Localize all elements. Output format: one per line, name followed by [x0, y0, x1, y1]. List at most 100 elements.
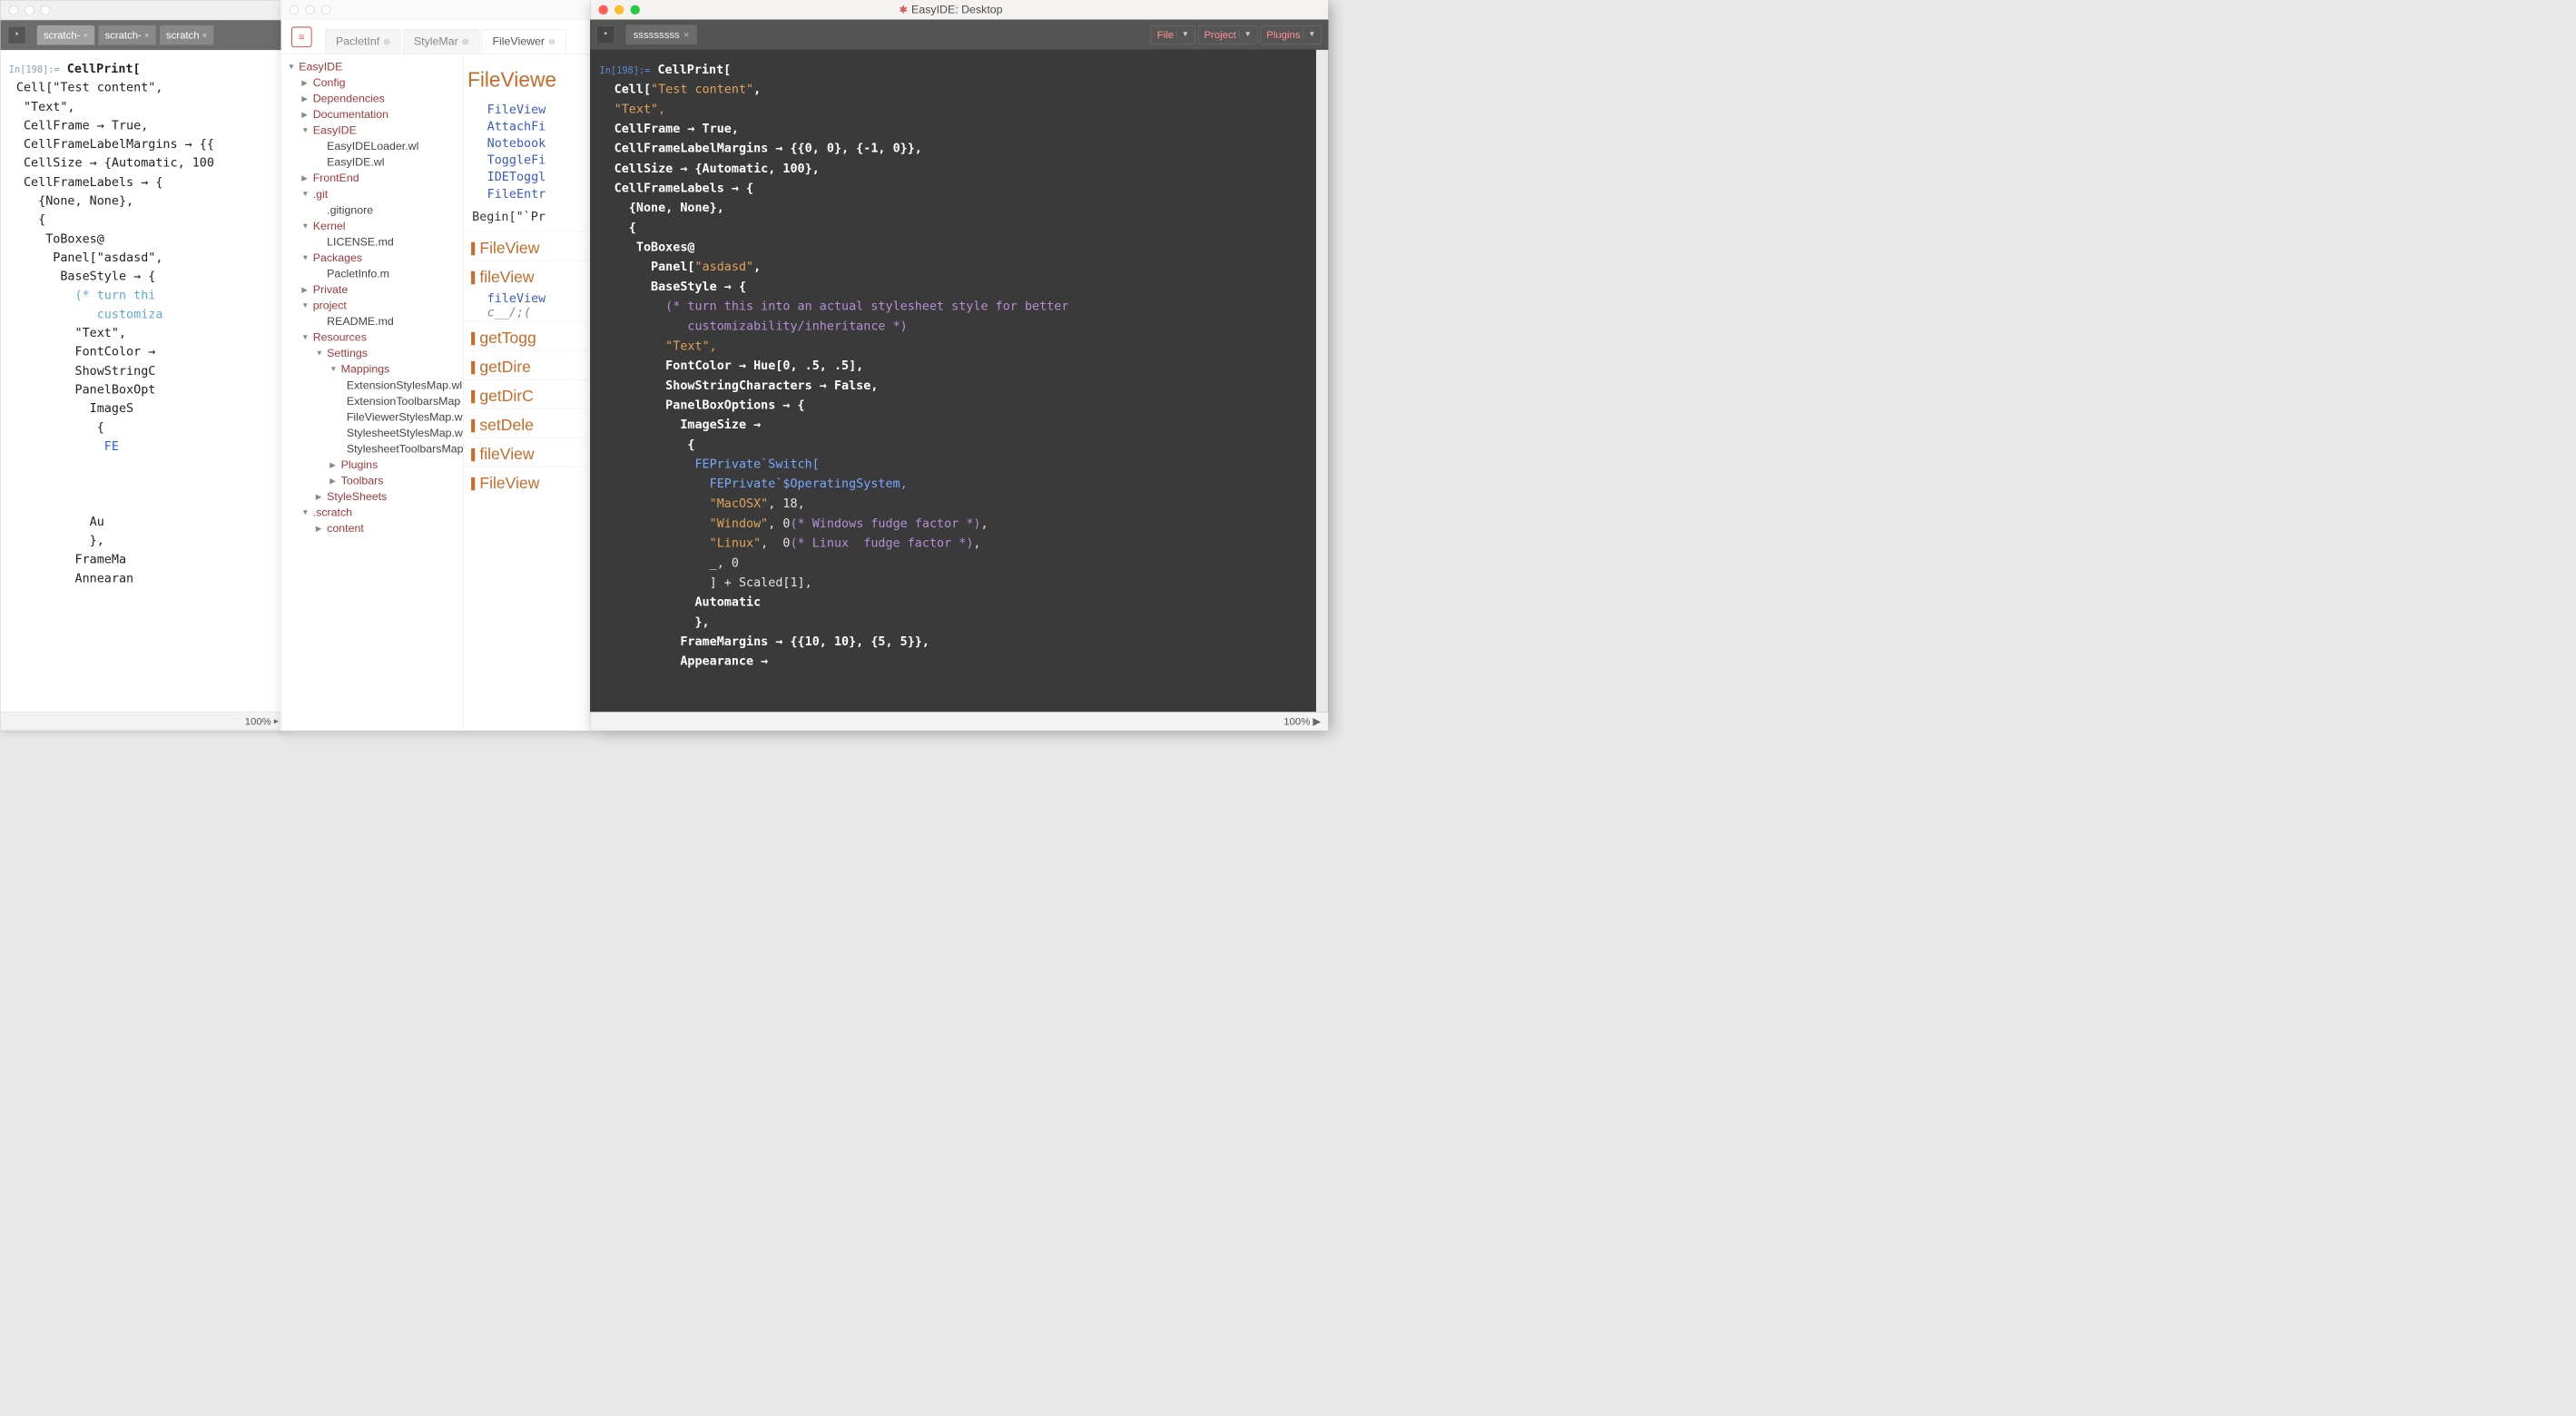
doc-link[interactable]: FileView: [464, 101, 585, 118]
doc-link[interactable]: IDEToggl: [464, 169, 585, 186]
close-icon[interactable]: [598, 5, 607, 14]
tree-folder[interactable]: ▶Dependencies: [281, 91, 464, 107]
tab-stylemar[interactable]: StyleMar⊗: [403, 29, 480, 54]
chevron-right-icon[interactable]: ▶: [274, 717, 279, 724]
tree-file[interactable]: StylesheetToolbarsMap: [281, 441, 464, 457]
chevron-down-icon[interactable]: ▼: [316, 349, 324, 358]
hamburger-menu-button[interactable]: ≡: [291, 26, 312, 47]
close-tab-icon[interactable]: ⊗: [462, 37, 469, 47]
chevron-down-icon[interactable]: ▼: [301, 190, 310, 198]
doc-section-header[interactable]: setDele: [464, 408, 585, 438]
minimize-icon[interactable]: [305, 5, 314, 15]
tree-folder[interactable]: ▶FrontEnd: [281, 171, 464, 187]
tab-pacletinfo[interactable]: PacletInf⊗: [325, 29, 401, 54]
chevron-down-icon[interactable]: ▼: [329, 365, 338, 373]
doc-link[interactable]: Notebook: [464, 135, 585, 152]
doc-section-header[interactable]: FileView: [464, 467, 585, 496]
minimize-icon[interactable]: [25, 5, 34, 15]
doc-link[interactable]: ToggleFi: [464, 152, 585, 169]
chevron-right-icon[interactable]: ▶: [316, 492, 324, 501]
tree-root[interactable]: ▼EasyIDE: [281, 59, 464, 75]
tree-file[interactable]: README.md: [281, 314, 464, 330]
code-editor-dark[interactable]: In[198]:= CellPrint[ Cell["Test content"…: [590, 50, 1328, 713]
close-tab-icon[interactable]: ⊗: [548, 37, 556, 47]
tab-scratch-2[interactable]: scratch-×: [98, 25, 155, 45]
zoom-level[interactable]: 100%: [245, 715, 271, 727]
chevron-down-icon[interactable]: ▼: [301, 333, 310, 341]
tab-fileviewer[interactable]: FileViewer⊗: [482, 29, 566, 54]
tree-folder[interactable]: ▼project: [281, 298, 464, 314]
menu-file[interactable]: File▼: [1151, 25, 1195, 44]
doc-section-header[interactable]: getDirC: [464, 379, 585, 408]
close-tab-icon[interactable]: ×: [202, 30, 207, 40]
tree-folder[interactable]: ▼.git: [281, 186, 464, 202]
tree-folder[interactable]: ▼EasyIDE: [281, 123, 464, 139]
chevron-down-icon[interactable]: ▼: [301, 126, 310, 134]
chevron-down-icon[interactable]: ▼: [1303, 31, 1316, 39]
close-tab-icon[interactable]: ×: [144, 30, 149, 40]
document-view[interactable]: FileViewe FileViewAttachFiNotebookToggle…: [464, 54, 590, 731]
doc-section-header[interactable]: fileView: [464, 438, 585, 467]
tree-file[interactable]: ExtensionStylesMap.wl: [281, 378, 464, 394]
scrollbar[interactable]: [1316, 50, 1328, 713]
tree-file[interactable]: EasyIDELoader.wl: [281, 139, 464, 155]
tree-file[interactable]: StylesheetStylesMap.w: [281, 426, 464, 442]
chevron-down-icon[interactable]: ▼: [301, 508, 310, 516]
tree-file[interactable]: LICENSE.md: [281, 234, 464, 251]
tree-folder[interactable]: ▶content: [281, 521, 464, 537]
chevron-right-icon[interactable]: ▶: [301, 78, 310, 87]
doc-link[interactable]: FileEntr: [464, 185, 585, 202]
tree-folder[interactable]: ▼Resources: [281, 329, 464, 346]
tree-folder[interactable]: ▼Mappings: [281, 361, 464, 378]
chevron-down-icon[interactable]: ▼: [1239, 31, 1252, 39]
close-tab-icon[interactable]: ⊗: [383, 37, 390, 47]
chevron-right-icon[interactable]: ▶: [329, 460, 338, 469]
chevron-down-icon[interactable]: ▼: [301, 254, 310, 262]
file-tree[interactable]: ▼EasyIDE ▶Config▶Dependencies▶Documentat…: [281, 54, 464, 731]
tree-file[interactable]: .gitignore: [281, 202, 464, 219]
tab-sssssssss[interactable]: sssssssss ×: [625, 25, 696, 44]
tab-scratch-1[interactable]: scratch-×: [37, 25, 94, 45]
chevron-right-icon[interactable]: ▶: [316, 524, 324, 533]
doc-section-header[interactable]: fileView: [464, 261, 585, 290]
tree-file[interactable]: PacletInfo.m: [281, 266, 464, 282]
chevron-down-icon[interactable]: ▼: [288, 63, 296, 71]
chevron-right-icon[interactable]: ▶: [301, 110, 310, 119]
tree-file[interactable]: FileViewerStylesMap.w: [281, 409, 464, 426]
menu-plugins[interactable]: Plugins▼: [1261, 25, 1322, 44]
tree-file[interactable]: EasyIDE.wl: [281, 154, 464, 171]
chevron-right-icon[interactable]: ▶: [301, 94, 310, 103]
chevron-right-icon[interactable]: ▶: [301, 173, 310, 182]
tab-scratch-3[interactable]: scratch×: [160, 25, 214, 45]
zoom-icon[interactable]: [631, 5, 640, 14]
close-icon[interactable]: [9, 5, 18, 15]
zoom-level[interactable]: 100%: [1283, 715, 1310, 727]
tree-folder[interactable]: ▶Config: [281, 75, 464, 92]
tree-folder[interactable]: ▼Packages: [281, 251, 464, 267]
tree-folder[interactable]: ▶StyleSheets: [281, 489, 464, 506]
code-editor[interactable]: In[198]:= CellPrint[ Cell["Test content"…: [1, 50, 286, 712]
chevron-right-icon[interactable]: ▶: [301, 285, 310, 294]
chevron-down-icon[interactable]: ▼: [1176, 31, 1189, 39]
zoom-icon[interactable]: [41, 5, 50, 15]
tree-folder[interactable]: ▶Documentation: [281, 107, 464, 123]
minimize-icon[interactable]: [615, 5, 624, 14]
tree-folder[interactable]: ▼Kernel: [281, 218, 464, 234]
menu-project[interactable]: Project▼: [1198, 25, 1258, 44]
app-badge[interactable]: *: [8, 26, 26, 44]
doc-section-header[interactable]: getTogg: [464, 321, 585, 350]
doc-section-header[interactable]: getDire: [464, 350, 585, 379]
tree-folder[interactable]: ▶Private: [281, 282, 464, 299]
tree-folder[interactable]: ▶Toolbars: [281, 473, 464, 489]
close-icon[interactable]: [290, 5, 299, 15]
close-tab-icon[interactable]: ×: [83, 30, 87, 40]
close-tab-icon[interactable]: ×: [683, 28, 690, 40]
tree-folder[interactable]: ▶Plugins: [281, 457, 464, 474]
tree-folder[interactable]: ▼.scratch: [281, 505, 464, 521]
zoom-icon[interactable]: [321, 5, 330, 15]
app-badge[interactable]: *: [596, 25, 615, 44]
chevron-down-icon[interactable]: ▼: [301, 222, 310, 231]
tree-file[interactable]: ExtensionToolbarsMap: [281, 393, 464, 409]
doc-subentry[interactable]: fileView c__/;(: [464, 290, 585, 321]
doc-section-header[interactable]: FileView: [464, 231, 585, 261]
